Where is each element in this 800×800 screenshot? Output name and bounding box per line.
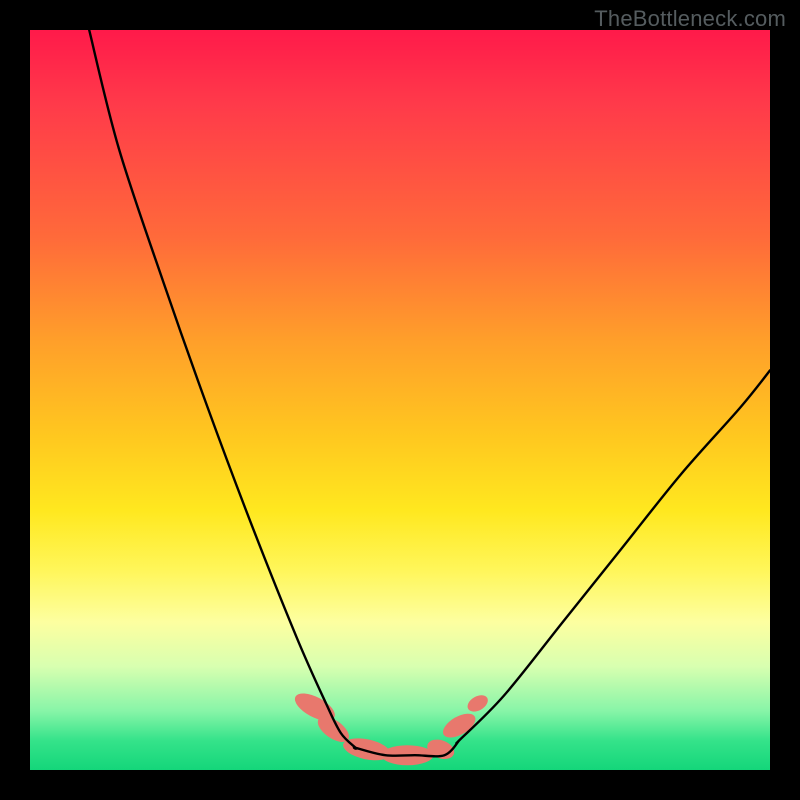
chart-frame: TheBottleneck.com — [0, 0, 800, 800]
bottleneck-curve — [89, 30, 770, 756]
markers-group — [291, 688, 491, 765]
curve-svg — [30, 30, 770, 770]
attribution-text: TheBottleneck.com — [594, 6, 786, 32]
valley-marker — [465, 692, 491, 715]
plot-area — [30, 30, 770, 770]
